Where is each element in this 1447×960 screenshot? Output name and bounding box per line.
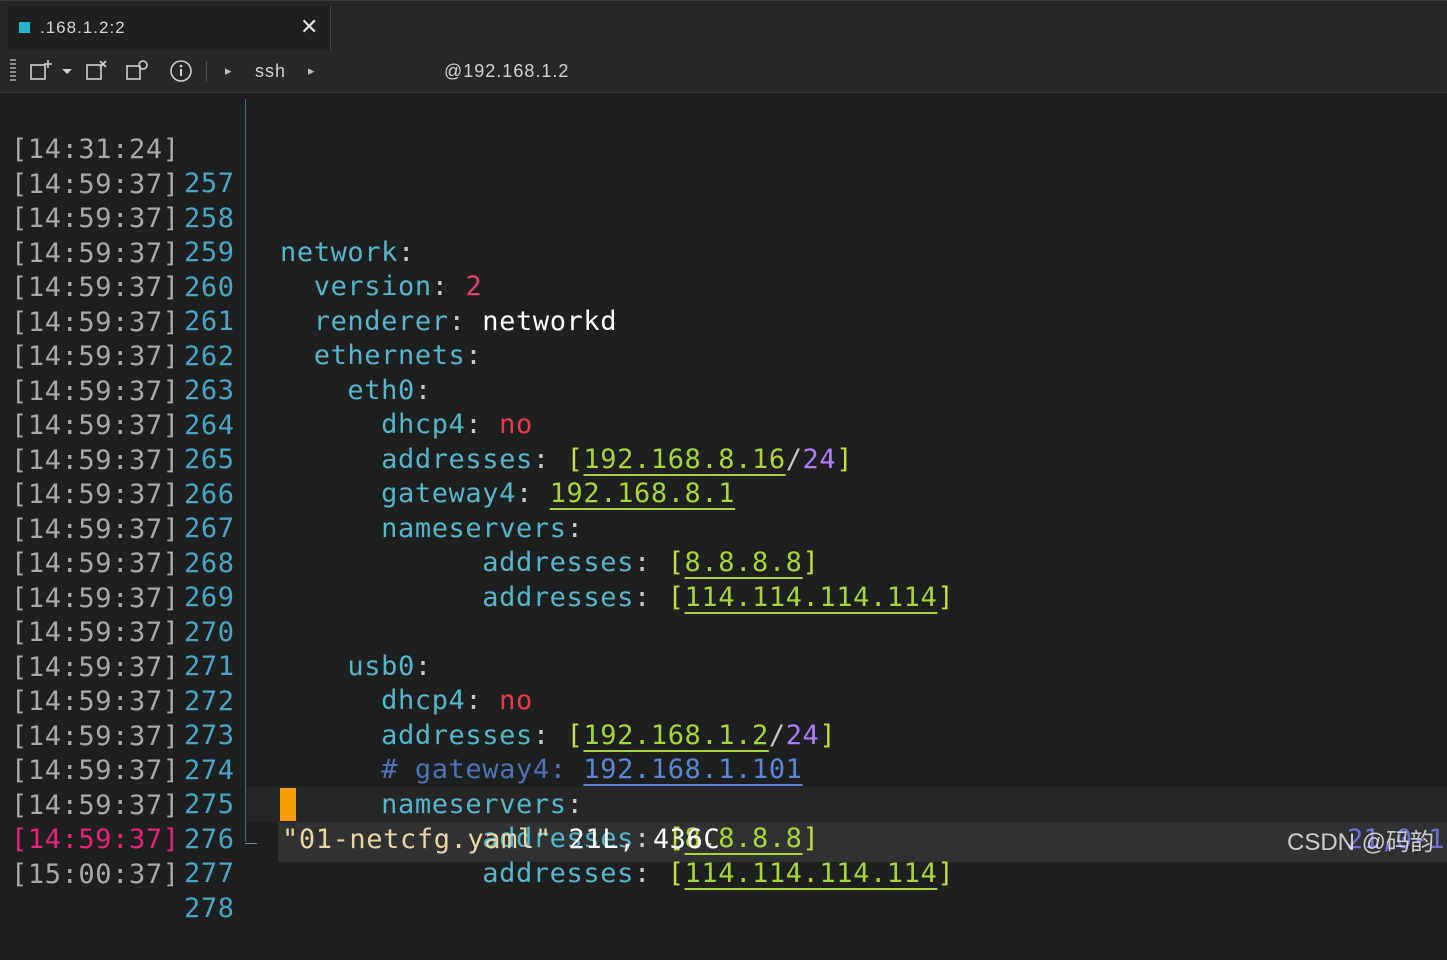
terminal-row: [14:59:37] 277 <box>0 789 1447 889</box>
terminal-row: [14:59:37] 274 nameservers: <box>0 686 1447 820</box>
terminal-row: [14:59:37] 261 ethernets: <box>0 237 1447 371</box>
terminal-row: [14:59:37] 258 network: <box>0 134 1447 268</box>
terminal-row: [14:59:37] 260 renderer: networkd <box>0 203 1447 337</box>
terminal-row: [14:59:37] 263 dhcp4: no <box>0 306 1447 440</box>
terminal-row: [14:59:37] 273 # gateway4: 192.168.1.101 <box>0 651 1447 785</box>
terminal-row: [14:59:37] 272 addresses: [192.168.1.2/2… <box>0 617 1447 751</box>
drag-handle-icon[interactable] <box>10 59 16 83</box>
tab-title: .168.1.2:2 <box>40 18 126 37</box>
terminal-row: [14:59:37] 276 addresses: [114.114.114.1… <box>0 755 1447 889</box>
terminal-row: [14:59:37] 275 addresses: [8.8.8.8] <box>0 720 1447 854</box>
terminal-row: [14:59:37] 269 <box>0 513 1447 613</box>
terminal-row: [14:59:37] 266 nameservers: <box>0 410 1447 544</box>
line-number: 277 <box>184 858 235 889</box>
terminal-output[interactable]: [14:31:24] 257 [14:59:37] 258 network: [… <box>0 99 1447 924</box>
timestamp: [15:00:37] <box>11 858 180 890</box>
breadcrumb-ssh[interactable]: ssh <box>255 61 286 82</box>
terminal-row: [14:31:24] 257 <box>0 99 1447 199</box>
breadcrumb-arrow-icon: ▸ <box>225 63 232 78</box>
status-filename: "01-netcfg.yaml" <box>282 824 552 855</box>
toolbar-separator <box>206 61 207 81</box>
terminal-row: [15:00:37] 278 <box>0 824 1447 924</box>
terminal-row: [14:59:37] 268 addresses: [114.114.114.1… <box>0 479 1447 613</box>
terminal-row: [14:59:37] 259 version: 2 <box>0 168 1447 302</box>
terminal-row: [14:59:37] 262 eth0: <box>0 272 1447 406</box>
info-icon[interactable] <box>168 58 194 84</box>
line-number: 278 <box>184 892 235 924</box>
new-tab-icon[interactable] <box>28 58 54 84</box>
terminal-row: [14:59:37] 265 gateway4: 192.168.8.1 <box>0 375 1447 509</box>
status-info: 21L, 436C <box>551 824 721 855</box>
tab-status-indicator <box>19 22 30 33</box>
text-cursor <box>280 788 296 821</box>
terminal-row: [14:59:37] 264 addresses: [192.168.8.16/… <box>0 341 1447 475</box>
tab-bar: .168.1.2:2 ✕ <box>0 0 1447 51</box>
close-tab-icon[interactable]: ✕ <box>300 14 318 40</box>
detach-icon[interactable] <box>84 58 110 84</box>
duplicate-icon[interactable] <box>124 58 150 84</box>
breadcrumb-host[interactable]: @192.168.1.2 <box>444 61 569 82</box>
vim-status-message: "01-netcfg.yaml" 21L, 436C <box>282 824 720 855</box>
terminal-row: [14:59:37] 270 usb0: <box>0 548 1447 682</box>
terminal-row: [14:59:37] 267 addresses: [8.8.8.8] <box>0 444 1447 578</box>
dropdown-icon[interactable] <box>58 58 76 84</box>
toolbar: ▸ ssh ▸ @192.168.1.2 <box>0 50 1447 93</box>
watermark: CSDN @码韵 <box>1287 829 1435 856</box>
breadcrumb-arrow-icon: ▸ <box>308 63 315 78</box>
session-tab[interactable]: .168.1.2:2 ✕ <box>8 6 331 51</box>
terminal-row: [14:59:37] 271 dhcp4: no <box>0 582 1447 716</box>
